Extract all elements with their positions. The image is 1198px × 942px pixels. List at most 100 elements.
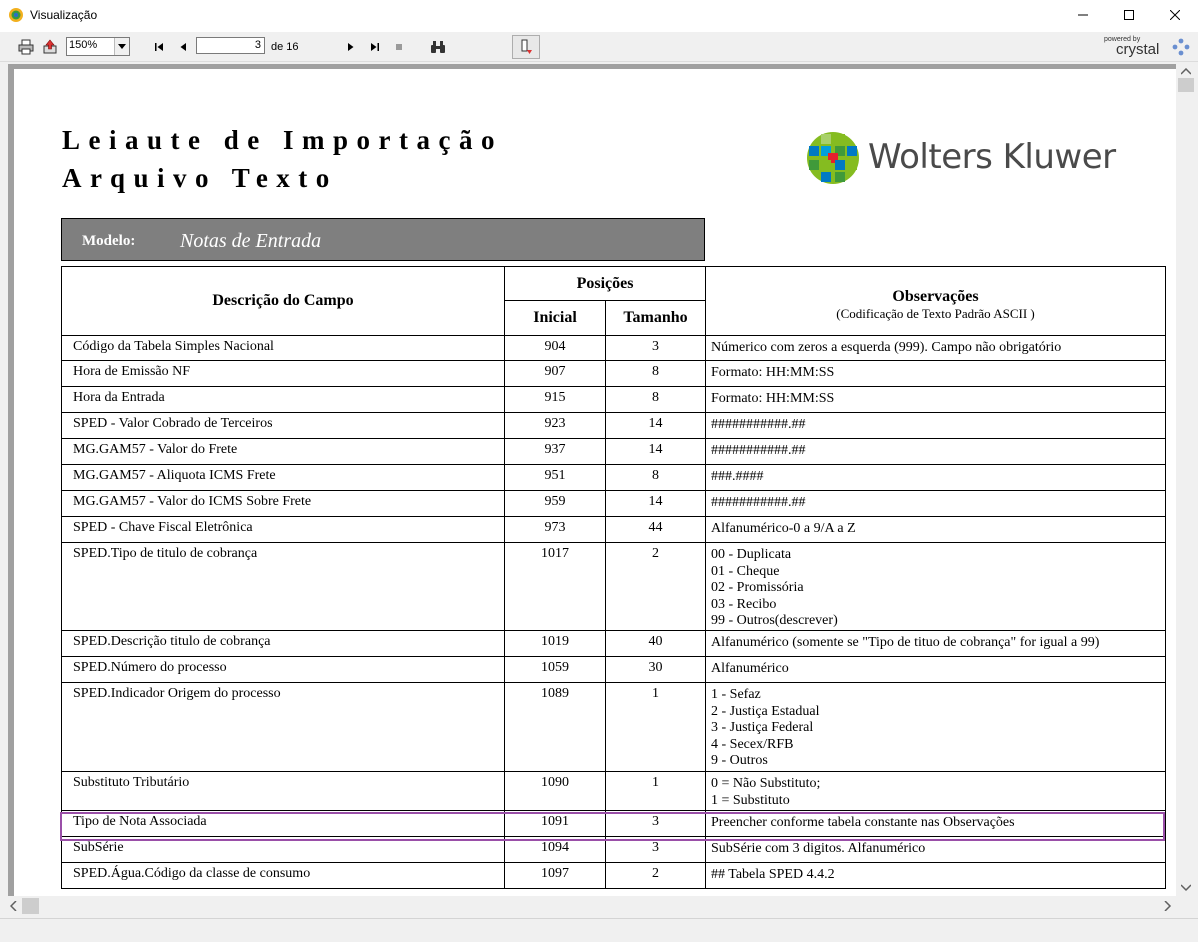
maximize-button[interactable] (1106, 0, 1152, 30)
minimize-button[interactable] (1060, 0, 1106, 30)
scroll-right-icon[interactable] (1164, 901, 1172, 911)
table-row: SPED - Chave Fiscal Eletrônica 973 44 Alfan… (61, 516, 1166, 543)
modelo-value: Notas de Entrada (180, 230, 322, 252)
tamanho-cell: 3 (605, 335, 706, 361)
inicial-cell: 951 (504, 464, 606, 491)
vertical-scrollbar[interactable] (1176, 64, 1196, 896)
observacoes-cell: ## Tabela SPED 4.4.2 (705, 862, 1166, 889)
report-title: Leiaute de Importação Arquivo Texto (62, 121, 503, 197)
stop-icon (396, 44, 402, 50)
table-row: Substituto Tributário 1090 1 0 = Não Substi… (61, 771, 1166, 811)
title-bar: Visualização (0, 0, 1198, 32)
logo-text: Wolters Kluwer (868, 137, 1116, 177)
print-button[interactable] (16, 37, 36, 57)
observacoes-cell: Alfanumérico-0 a 9/A a Z (705, 516, 1166, 543)
toolbar: 150% 3 de 16 (0, 33, 1198, 62)
page-count-label: de 16 (271, 41, 299, 53)
tamanho-cell: 44 (605, 516, 706, 543)
stop-button[interactable] (390, 37, 408, 57)
group-tree-toggle-button[interactable] (512, 35, 540, 59)
scroll-up-icon[interactable] (1181, 68, 1191, 76)
header-observacoes-title: Observações (892, 288, 979, 305)
export-icon (43, 39, 57, 54)
observacoes-cell: ###########.## (705, 412, 1166, 439)
table-row: SPED.Tipo de titulo de cobrança 1017 2 00 -… (61, 542, 1166, 631)
inicial-cell: 1091 (504, 810, 606, 837)
crystal-reports-logo: powered by crystal (1102, 36, 1192, 58)
modelo-label: Modelo: (82, 233, 136, 249)
modelo-banner: Modelo: Notas de Entrada (61, 218, 705, 261)
observacoes-cell: ###.#### (705, 464, 1166, 491)
horizontal-scrollbar[interactable] (8, 896, 1176, 916)
inicial-cell: 1094 (504, 836, 606, 863)
header-posicoes: Posições (504, 266, 706, 301)
table-row: SPED - Valor Cobrado de Terceiros 923 14 ##… (61, 412, 1166, 439)
next-page-icon (348, 43, 354, 51)
inicial-cell: 1090 (504, 771, 606, 811)
tamanho-cell: 8 (605, 464, 706, 491)
first-page-icon (155, 43, 163, 51)
field-description-cell: Hora de Emissão NF (61, 360, 505, 387)
observacoes-cell: Alfanumérico (somente se "Tipo de tituo … (705, 630, 1166, 657)
table-row: MG.GAM57 - Valor do ICMS Sobre Frete 959 1… (61, 490, 1166, 517)
field-description-cell: SPED.Indicador Origem do processo (61, 682, 505, 772)
report-title-line-2: Arquivo Texto (62, 163, 338, 193)
field-description-cell: MG.GAM57 - Aliquota ICMS Frete (61, 464, 505, 491)
inicial-cell: 915 (504, 386, 606, 413)
field-description-cell: Hora da Entrada (61, 386, 505, 413)
export-button[interactable] (40, 37, 60, 57)
layout-table: Descrição do Campo Posições Observações … (61, 266, 1166, 889)
observacoes-cell: SubSérie com 3 digitos. Alfanumérico (705, 836, 1166, 863)
last-page-icon (371, 43, 379, 51)
search-button[interactable] (428, 37, 448, 57)
next-page-button[interactable] (342, 37, 360, 57)
tamanho-cell: 3 (605, 836, 706, 863)
close-button[interactable] (1152, 0, 1198, 30)
tamanho-cell: 3 (605, 810, 706, 837)
tamanho-cell: 30 (605, 656, 706, 683)
report-title-line-1: Leiaute de Importação (62, 125, 503, 155)
table-row: Hora de Emissão NF 907 8 Formato: HH:MM:SS (61, 360, 1166, 387)
table-row: Código da Tabela Simples Nacional 904 3 Núm… (61, 335, 1166, 361)
page-number-input[interactable]: 3 (196, 37, 265, 54)
previous-page-icon (180, 43, 186, 51)
observacoes-cell: Númerico com zeros a esquerda (999). Cam… (705, 335, 1166, 361)
table-row: MG.GAM57 - Valor do Frete 937 14 ##########… (61, 438, 1166, 465)
inicial-cell: 1019 (504, 630, 606, 657)
tamanho-cell: 1 (605, 771, 706, 811)
report-page: Leiaute de Importação Arquivo Texto Wolt… (14, 69, 1176, 896)
observacoes-cell: 00 - Duplicata 01 - Cheque 02 - Promissó… (705, 542, 1166, 631)
observacoes-cell: ###########.## (705, 438, 1166, 465)
table-row: MG.GAM57 - Aliquota ICMS Frete 951 8 ###.##… (61, 464, 1166, 491)
header-inicial: Inicial (504, 300, 606, 336)
field-description-cell: SPED.Descrição titulo de cobrança (61, 630, 505, 657)
inicial-cell: 1097 (504, 862, 606, 889)
tamanho-cell: 14 (605, 412, 706, 439)
tamanho-cell: 40 (605, 630, 706, 657)
zoom-select[interactable]: 150% (66, 37, 130, 56)
status-bar (0, 918, 1198, 942)
vertical-scroll-thumb[interactable] (1178, 78, 1194, 92)
horizontal-scroll-thumb[interactable] (22, 898, 39, 914)
table-row: Hora da Entrada 915 8 Formato: HH:MM:SS (61, 386, 1166, 413)
tamanho-cell: 14 (605, 490, 706, 517)
field-description-cell: Código da Tabela Simples Nacional (61, 335, 505, 361)
inicial-cell: 923 (504, 412, 606, 439)
app-icon (9, 8, 23, 22)
table-body: Código da Tabela Simples Nacional 904 3 Núm… (61, 335, 1166, 889)
observacoes-cell: Alfanumérico (705, 656, 1166, 683)
tamanho-cell: 1 (605, 682, 706, 772)
printer-icon (18, 39, 34, 55)
scroll-left-icon[interactable] (10, 901, 18, 911)
table-row: SPED.Água.Código da classe de consumo 109… (61, 862, 1166, 889)
scroll-down-icon[interactable] (1181, 884, 1191, 892)
observacoes-cell: Formato: HH:MM:SS (705, 386, 1166, 413)
window-title: Visualização (30, 8, 98, 22)
field-description-cell: SPED - Valor Cobrado de Terceiros (61, 412, 505, 439)
previous-page-button[interactable] (174, 37, 192, 57)
wolters-kluwer-logo: Wolters Kluwer (806, 129, 1128, 201)
last-page-button[interactable] (366, 37, 384, 57)
observacoes-cell: 0 = Não Substituto; 1 = Substituto (705, 771, 1166, 811)
table-row: SPED.Descrição titulo de cobrança 1019 40 A… (61, 630, 1166, 657)
first-page-button[interactable] (150, 37, 168, 57)
